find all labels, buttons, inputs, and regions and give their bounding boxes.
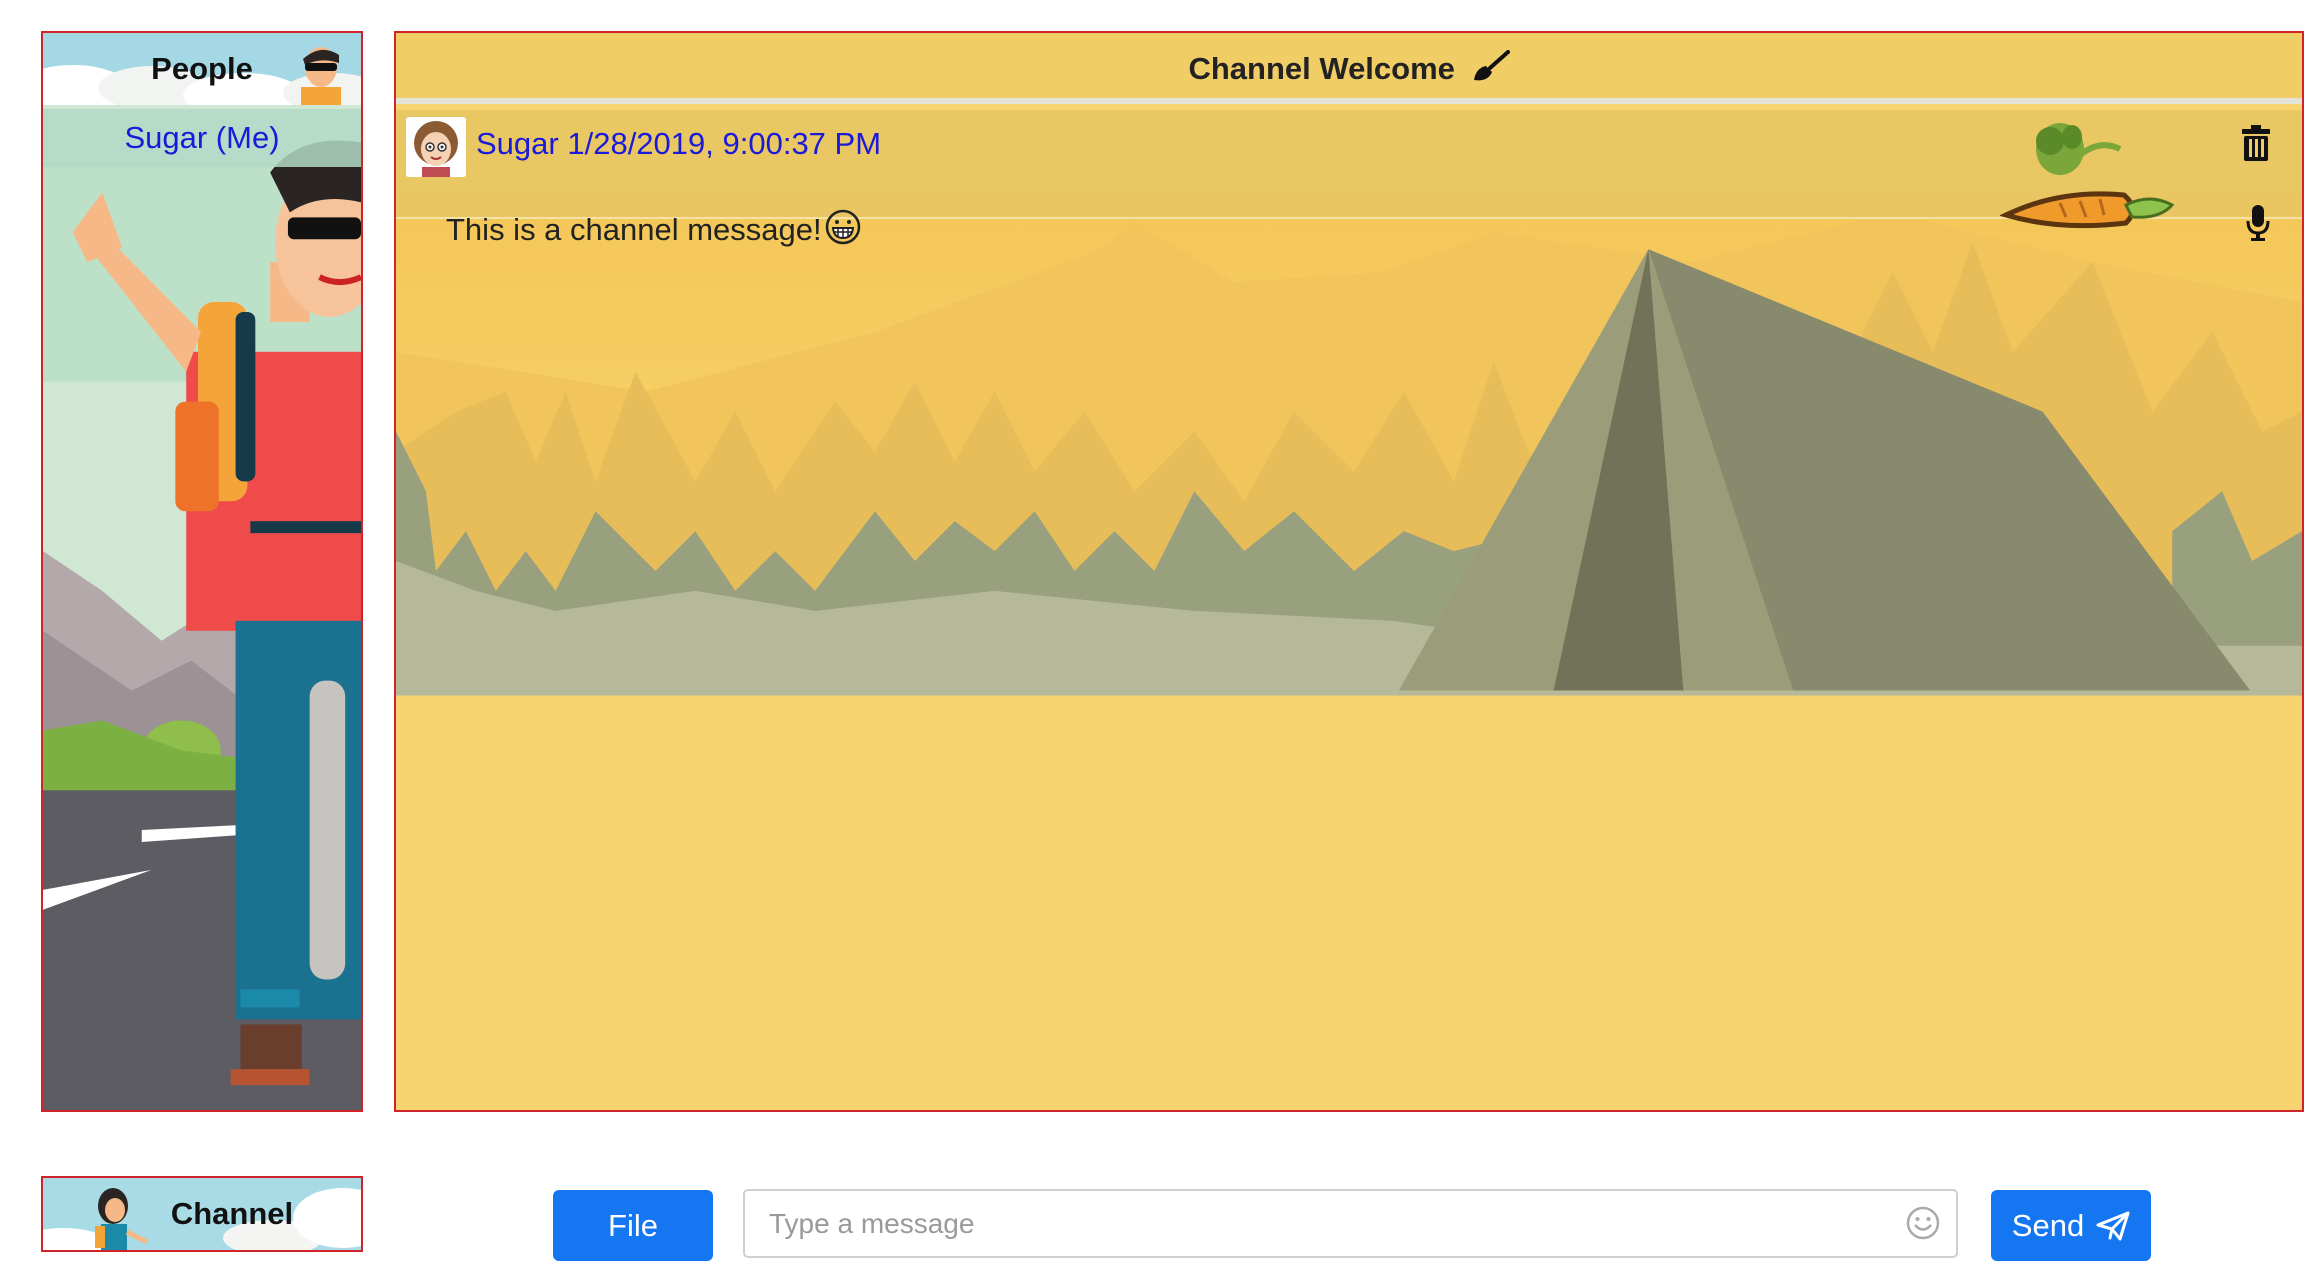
paper-plane-icon (2096, 1211, 2130, 1240)
people-header: People (43, 33, 361, 105)
people-panel: People Sugar (Me) (41, 31, 363, 1112)
microphone-icon[interactable] (2246, 205, 2270, 245)
message-text: This is a channel message! (446, 212, 822, 247)
channel-title-text: Channel Welcome (1188, 51, 1455, 87)
file-button[interactable]: File (553, 1190, 713, 1261)
hitchhiker-background (43, 33, 361, 1110)
people-item-sugar[interactable]: Sugar (Me) (43, 109, 361, 167)
send-button[interactable]: Send (1991, 1190, 2151, 1261)
grinning-face-icon (824, 208, 862, 254)
channel-header: Channel Welcome (396, 33, 2302, 104)
girl-avatar-icon (406, 117, 466, 177)
carrot-icon[interactable] (1999, 119, 2180, 243)
sugar-avatar (406, 117, 466, 177)
message-body: This is a channel message! (446, 208, 862, 254)
message-input[interactable] (743, 1189, 1958, 1258)
brush-icon[interactable] (1470, 50, 1510, 92)
send-label: Send (2011, 1207, 2085, 1243)
people-title: People (151, 51, 253, 86)
delete-message-trash-icon[interactable] (2241, 125, 2271, 165)
message-meta: Sugar 1/28/2019, 9:00:37 PM (476, 126, 881, 162)
channel-title: Channel Welcome (396, 50, 2302, 92)
channel-tab-label: Channel (170, 1196, 294, 1231)
app-root: People Sugar (Me) Channel Welcome Sugar … (0, 0, 2320, 1270)
message-timestamp: 1/28/2019, 9:00:37 PM (567, 126, 882, 161)
message-author[interactable]: Sugar (476, 126, 559, 161)
channel-tab[interactable]: Channel (41, 1176, 363, 1252)
channel-panel: Channel Welcome Sugar 1/28/2019, 9:00:37… (394, 31, 2304, 1112)
smiley-icon[interactable] (1905, 1205, 1941, 1245)
